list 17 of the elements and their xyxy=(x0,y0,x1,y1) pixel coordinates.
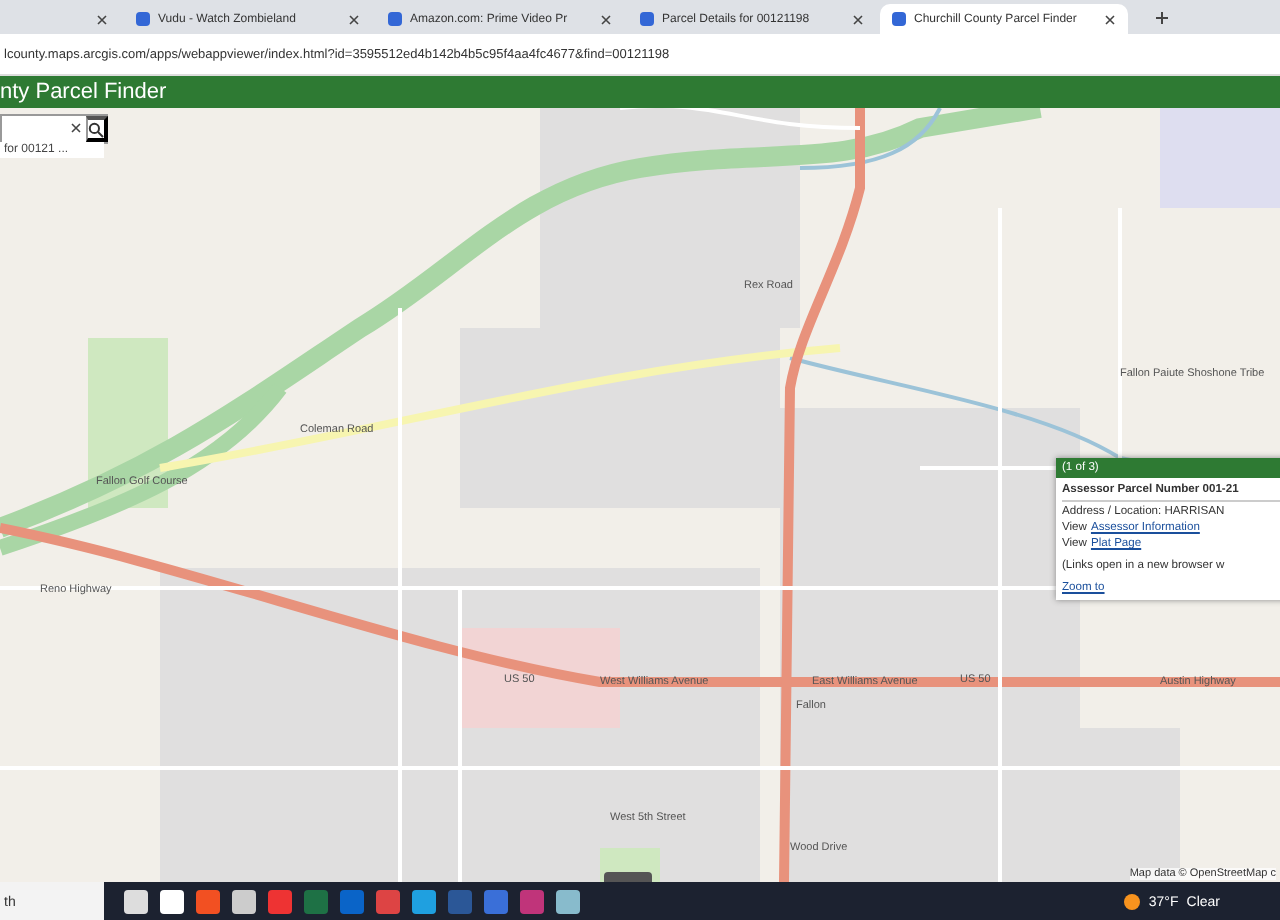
search-icon xyxy=(88,121,104,137)
close-icon[interactable] xyxy=(348,13,360,25)
close-icon[interactable] xyxy=(1104,13,1116,25)
search-button[interactable] xyxy=(86,116,108,142)
close-icon[interactable] xyxy=(96,13,108,25)
weather-icon xyxy=(1124,894,1141,910)
favicon-icon xyxy=(388,12,402,26)
app-title: nty Parcel Finder xyxy=(0,76,1280,108)
favicon-icon xyxy=(892,12,906,26)
search-field[interactable] xyxy=(0,114,108,144)
clear-icon[interactable] xyxy=(70,122,82,134)
favicon-icon xyxy=(136,12,150,26)
close-icon[interactable] xyxy=(852,13,864,25)
favicon-icon xyxy=(640,12,654,26)
close-icon[interactable] xyxy=(600,13,612,25)
panel-toggle[interactable] xyxy=(604,872,652,882)
plus-icon[interactable] xyxy=(1155,10,1169,24)
